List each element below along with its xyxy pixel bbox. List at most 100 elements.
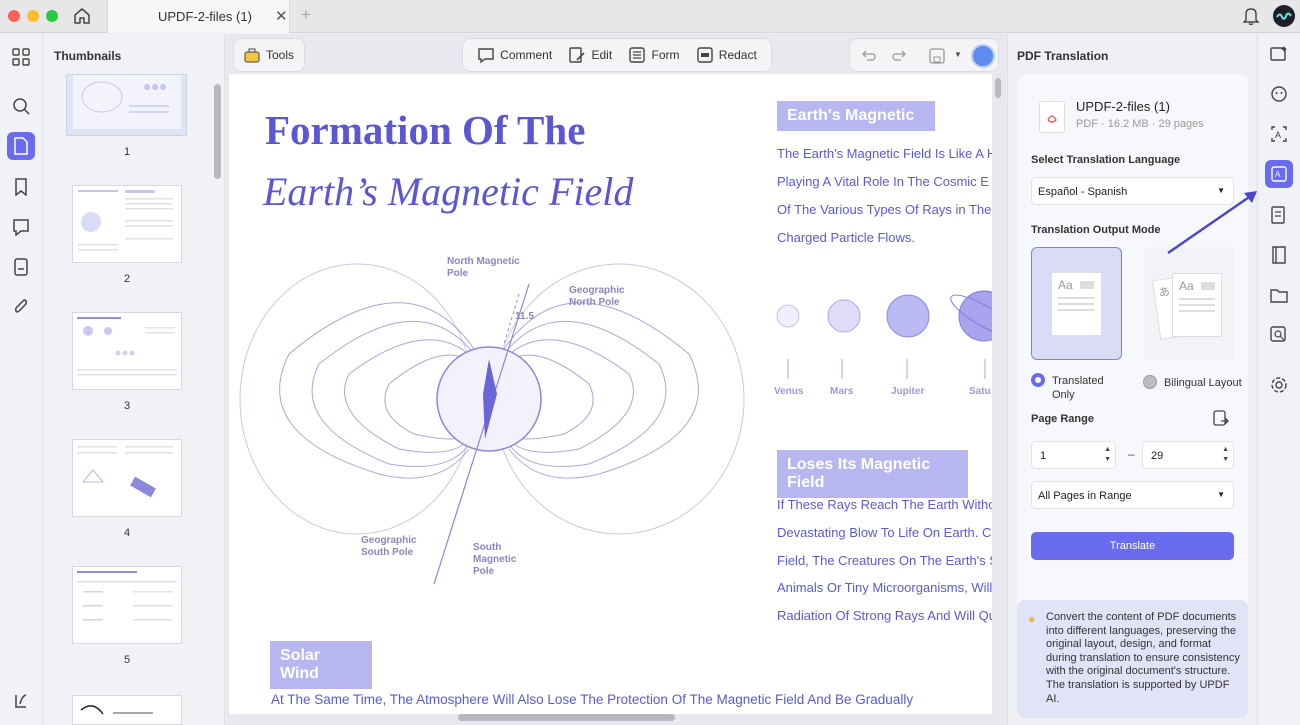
form-label: Form (651, 48, 680, 62)
notification-bell-icon[interactable] (1242, 6, 1260, 26)
home-icon[interactable] (72, 6, 94, 26)
redact-icon (697, 47, 713, 63)
loses-text-line: Animals Or Tiny Microorganisms, Will (777, 580, 992, 595)
document-vertical-scrollbar[interactable] (995, 78, 1001, 98)
thumbnail-number: 1 (123, 146, 131, 158)
attachment-icon[interactable] (9, 295, 33, 319)
comments-icon[interactable] (9, 215, 33, 239)
thumbnail-number: 3 (123, 400, 131, 412)
pages-icon[interactable] (9, 255, 33, 279)
redact-button[interactable]: Redact (696, 46, 757, 64)
thumbnail-number: 5 (123, 654, 131, 666)
magnetic-text-line: Charged Particle Flows. (777, 230, 915, 245)
pdf-page: Formation Of The Earth’s Magnetic Field … (229, 74, 992, 714)
svg-text:Aa: Aa (1058, 278, 1073, 292)
grid-view-icon[interactable] (9, 45, 33, 69)
page-range-value: All Pages in Range (1038, 490, 1132, 502)
bilingual-layout-label: Bilingual Layout (1164, 377, 1242, 389)
loses-text-line: Devastating Blow To Life On Earth. C (777, 525, 992, 540)
svg-text:あ: あ (1158, 285, 1171, 299)
translation-panel: PDF Translation UPDF-2-files (1) PDF · 1… (1007, 34, 1256, 725)
thumbnail-number: 2 (123, 273, 131, 285)
comment-label: Comment (500, 48, 553, 62)
translated-only-label: Translated Only (1052, 375, 1104, 401)
thumbnail-page-4[interactable] (72, 439, 182, 517)
ocr-icon[interactable]: A (1267, 122, 1291, 146)
output-mode-label: Translation Output Mode (1031, 224, 1161, 236)
file-meta: PDF · 16.2 MB · 29 pages (1076, 118, 1204, 130)
thumbnails-scrollbar[interactable] (214, 84, 221, 179)
tools-button[interactable]: Tools (233, 38, 305, 72)
range-start-stepper-icon[interactable]: ▲ ▼ (1104, 445, 1111, 465)
pdf-file-icon (1039, 101, 1065, 133)
earth-magnetic-badge: Earth's Magnetic (777, 101, 935, 131)
edit-label: Edit (591, 48, 613, 62)
add-tab-button[interactable]: + (301, 5, 311, 25)
translated-only-option[interactable]: Aa (1031, 247, 1122, 360)
planet-label-mars: Mars (830, 386, 854, 397)
settings-gear-icon[interactable] (1267, 373, 1291, 397)
form-icon (629, 47, 646, 63)
user-avatar[interactable] (1273, 5, 1295, 27)
ai-chat-icon[interactable] (1267, 42, 1291, 66)
magnetic-text-line: The Earth's Magnetic Field Is Like A H (777, 146, 992, 161)
page-title-line1: Formation Of The (265, 107, 586, 153)
layers-icon[interactable] (9, 689, 33, 713)
range-start-input[interactable]: 1 ▲ ▼ (1031, 441, 1116, 469)
translate-icon[interactable]: A (1265, 160, 1293, 188)
search-replace-icon[interactable] (1267, 323, 1291, 347)
planets-illustration (776, 290, 992, 379)
minimize-window-button[interactable] (27, 10, 39, 22)
form-button[interactable]: Form (628, 46, 679, 64)
left-tool-rail (0, 34, 43, 725)
undo-icon[interactable] (860, 48, 876, 64)
translate-button[interactable]: Translate (1031, 532, 1234, 560)
smart-assistant-icon[interactable] (1267, 82, 1291, 106)
bilingual-layout-radio[interactable] (1143, 375, 1157, 389)
thumbnail-page-5[interactable] (72, 566, 182, 644)
edit-button[interactable]: Edit (568, 46, 612, 64)
zoom-window-button[interactable] (46, 10, 58, 22)
loses-text-line: Field, The Creatures On The Earth's S (777, 553, 992, 568)
angle-label: 11.5 (515, 311, 534, 322)
planet-label-saturn: Satu (969, 386, 991, 397)
comment-button[interactable]: Comment (477, 46, 552, 64)
close-tab-icon[interactable]: ✕ (275, 7, 288, 25)
svg-text:A: A (1275, 170, 1281, 179)
thumbnail-page-6[interactable] (72, 695, 182, 725)
toolbox-icon (244, 48, 260, 63)
page-range-select[interactable]: All Pages in Range ▼ (1031, 481, 1234, 509)
thumbnails-icon[interactable] (7, 132, 35, 160)
edit-icon (569, 47, 586, 63)
tab-title: UPDF-2-files (1) (158, 9, 252, 24)
range-end-stepper-icon[interactable]: ▲ ▼ (1222, 445, 1229, 465)
search-icon[interactable] (9, 94, 33, 118)
page-range-swap-icon[interactable] (1212, 410, 1230, 428)
redact-label: Redact (718, 48, 757, 62)
ai-assistant-icon[interactable] (971, 44, 995, 68)
range-end-value: 29 (1151, 450, 1164, 462)
reader-icon[interactable] (1267, 243, 1291, 267)
panel-title: PDF Translation (1017, 49, 1109, 63)
save-options-chevron-icon[interactable]: ▼ (954, 50, 962, 59)
form-fields-icon[interactable] (1267, 203, 1291, 227)
magnetic-text-line: Of The Various Types Of Rays in The (777, 202, 992, 217)
redo-icon[interactable] (892, 48, 908, 64)
thumbnail-page-2[interactable] (72, 185, 182, 263)
bilingual-layout-option[interactable]: あ Aa (1144, 247, 1235, 360)
translated-only-radio[interactable] (1031, 373, 1045, 387)
svg-text:Aa: Aa (1179, 279, 1194, 293)
save-icon[interactable] (928, 47, 946, 65)
south-magnetic-pole-label: South Magnetic Pole (473, 542, 517, 577)
document-tab[interactable]: UPDF-2-files (1) ✕ (107, 0, 290, 33)
document-horizontal-scrollbar[interactable] (458, 714, 675, 721)
right-tool-rail: A A (1257, 34, 1300, 725)
range-end-input[interactable]: 29 ▲ ▼ (1142, 441, 1234, 469)
title-bar: UPDF-2-files (1) ✕ + (0, 0, 1300, 33)
close-window-button[interactable] (8, 10, 20, 22)
organize-pages-icon[interactable] (1267, 283, 1291, 307)
bookmark-icon[interactable] (9, 175, 33, 199)
thumbnail-page-1[interactable] (66, 74, 187, 136)
thumbnail-page-3[interactable] (72, 312, 182, 390)
info-box: ● Convert the content of PDF documents i… (1017, 600, 1248, 718)
